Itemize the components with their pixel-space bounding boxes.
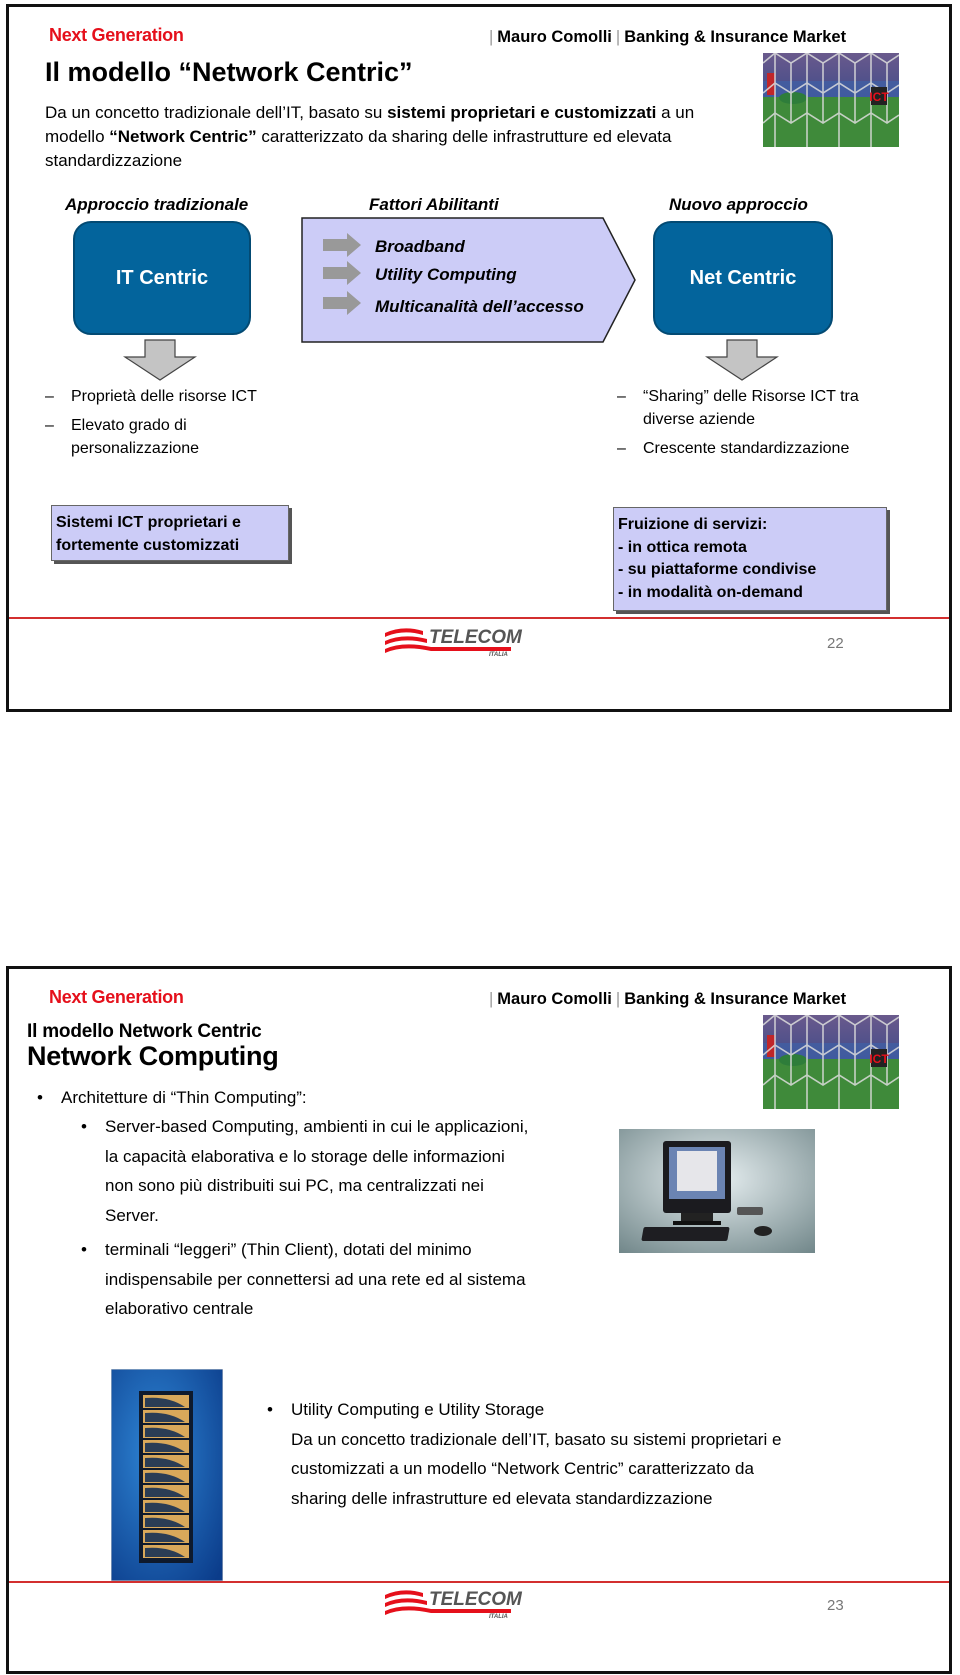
footer-divider — [9, 1581, 949, 1583]
list-item: – Proprietà delle risorse ICT — [45, 388, 257, 405]
traditional-summary-box: Sistemi ICT proprietari e fortemente cus… — [51, 505, 289, 561]
new-summary-box: Fruizione di servizi: - in ottica remota… — [613, 507, 887, 611]
enabler-item: Broadband — [375, 237, 465, 256]
section-label: Next Generation — [49, 987, 184, 1007]
heading-traditional: Approccio tradizionale — [65, 195, 249, 214]
telecom-italia-logo: TELECOM ITALIA — [383, 1585, 523, 1624]
slide-title: Il modello “Network Centric” — [45, 57, 413, 87]
list-item: – Crescente standardizzazione — [617, 440, 850, 457]
arrow-down-icon — [123, 339, 197, 381]
slide-23: Next Generation | Mauro Comolli | Banking &… — [6, 966, 952, 1674]
heading-enablers: Fattori Abilitanti — [369, 195, 499, 214]
footer-divider — [9, 617, 949, 619]
page-number: 23 — [827, 1597, 844, 1614]
photo-image — [619, 1129, 815, 1253]
lead-paragraph: Da un concetto tradizionale dell’IT, bas… — [45, 103, 695, 170]
slide-subtitle: Il modello Network Centric — [27, 1021, 262, 1042]
bullet-server-based: • Server-based Computing, ambienti in cu… — [81, 1117, 529, 1225]
svg-text:ITALIA: ITALIA — [489, 1614, 508, 1619]
header-meta: | Mauro Comolli | Banking & Insurance Marke… — [489, 990, 847, 1008]
slide-title: Network Computing — [27, 1041, 279, 1071]
list-item: – Elevato grado di personalizzazione — [45, 417, 200, 457]
svg-text:TELECOM: TELECOM — [429, 1589, 523, 1610]
heading-new: Nuovo approccio — [669, 195, 808, 214]
section-label: Next Generation — [49, 25, 184, 45]
svg-text:ITALIA: ITALIA — [489, 652, 508, 657]
ict-badge: ICT — [869, 1052, 889, 1066]
author: Mauro Comolli — [497, 28, 612, 46]
arrow-down-icon — [705, 339, 779, 381]
football-net-photo: ICT — [763, 1015, 899, 1109]
market: Banking & Insurance Market — [624, 28, 847, 46]
bullet-thin-computing: • Architetture di “Thin Computing”: — [37, 1088, 307, 1107]
market: Banking & Insurance Market — [624, 990, 847, 1008]
svg-text:TELECOM: TELECOM — [429, 627, 523, 648]
arrow-right-icon — [323, 233, 361, 257]
thin-client-photo — [619, 1129, 815, 1253]
author: Mauro Comolli — [497, 990, 612, 1008]
ict-badge: ICT — [869, 90, 889, 104]
page-number: 22 — [827, 635, 844, 652]
arrow-right-icon — [323, 291, 361, 315]
it-centric-box: IT Centric — [73, 221, 251, 335]
rack-bays — [143, 1395, 189, 1558]
enabler-item: Utility Computing — [375, 265, 517, 284]
storage-rack-photo — [111, 1369, 223, 1581]
traditional-traits-list: – Proprietà delle risorse ICT – Elevato gr… — [45, 385, 265, 466]
bullet-utility: • Utility Computing e Utility Storage Da… — [267, 1400, 782, 1508]
arrow-right-icon — [323, 261, 361, 285]
header-meta: | Mauro Comolli | Banking & Insurance Marke… — [489, 28, 847, 46]
bullet-thin-client: • terminali “leggeri” (Thin Client), dot… — [81, 1240, 526, 1318]
new-traits-list: – “Sharing” delle Risorse ICT tra diverse… — [617, 385, 867, 466]
net-centric-box: Net Centric — [653, 221, 833, 335]
photo-image: ICT — [763, 53, 899, 147]
slide-22: Next Generation | Mauro Comolli | Banking &… — [6, 4, 952, 712]
list-item: – “Sharing” delle Risorse ICT tra diverse… — [617, 388, 859, 428]
telecom-italia-logo: TELECOM ITALIA — [383, 623, 523, 662]
enabler-item: Multicanalità dell’accesso — [375, 297, 584, 316]
photo-image — [111, 1369, 223, 1581]
football-net-photo: ICT — [763, 53, 899, 147]
photo-image: ICT — [763, 1015, 899, 1109]
